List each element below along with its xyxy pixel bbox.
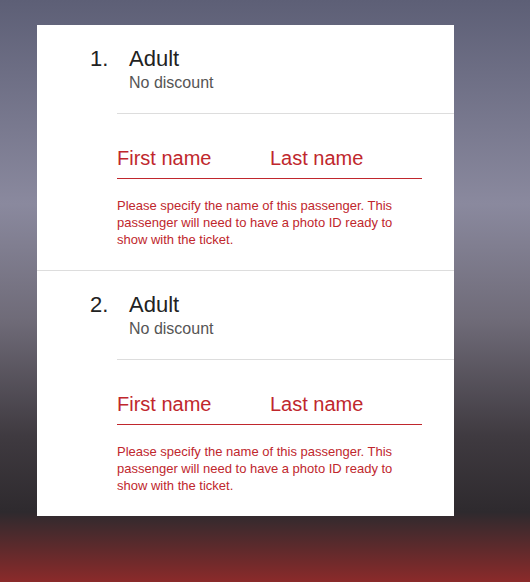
validation-message: Please specify the name of this passenge… — [117, 197, 422, 248]
passenger-number: 2. — [90, 291, 129, 339]
passenger-type: Adult — [129, 291, 214, 319]
passenger-discount: No discount — [129, 319, 214, 339]
name-fields — [117, 390, 422, 425]
passenger-section: 1.AdultNo discount Please specify the nam… — [37, 25, 454, 271]
header-divider — [117, 113, 454, 114]
first-name-input[interactable] — [117, 144, 270, 172]
name-fields — [117, 144, 422, 179]
passenger-number: 1. — [90, 45, 129, 93]
last-name-input[interactable] — [270, 144, 422, 172]
first-name-input[interactable] — [117, 390, 270, 418]
passenger-header: 1.AdultNo discount — [37, 45, 454, 93]
page: 1.AdultNo discountPlease specify the nam… — [0, 0, 530, 582]
passenger-type: Adult — [129, 45, 214, 73]
validation-message: Please specify the name of this passenge… — [117, 443, 422, 494]
last-name-input[interactable] — [270, 390, 422, 418]
passenger-section: 2.AdultNo discount Please specify the nam… — [37, 271, 454, 516]
passenger-card: 1.AdultNo discountPlease specify the nam… — [37, 25, 454, 516]
passenger-discount: No discount — [129, 73, 214, 93]
passenger-header: 2.AdultNo discount — [37, 291, 454, 339]
header-divider — [117, 359, 454, 360]
